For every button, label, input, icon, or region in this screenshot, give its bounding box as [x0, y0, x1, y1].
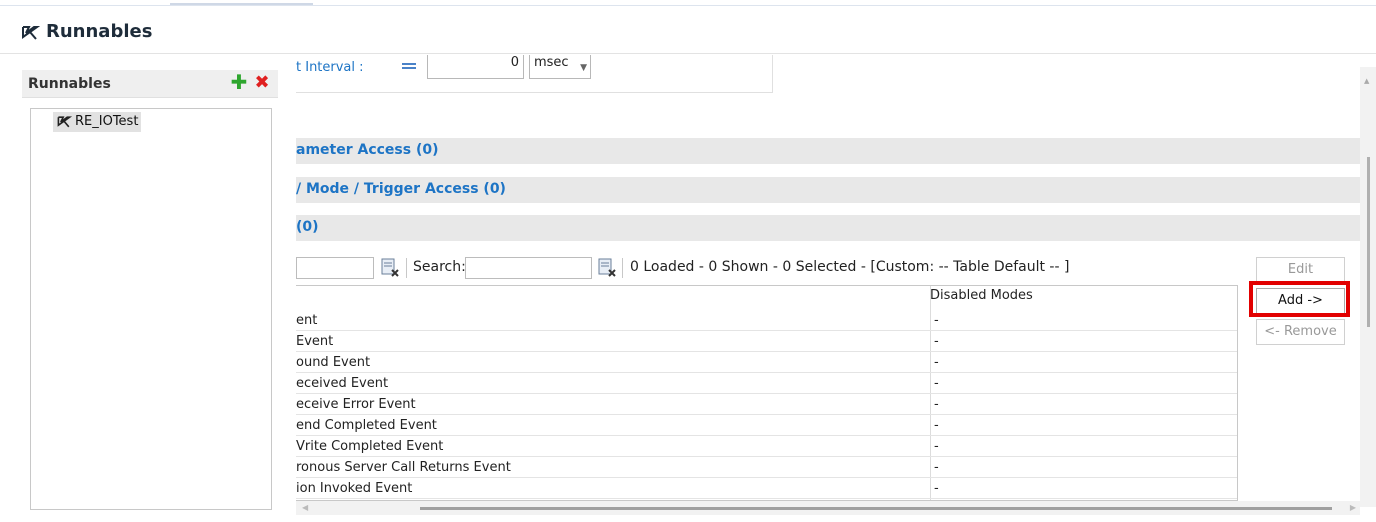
event-cell: Event: [296, 334, 334, 349]
section-mode-trigger-access[interactable]: / Mode / Trigger Access (0): [296, 177, 1360, 203]
table-row[interactable]: eceive Error Event -: [296, 394, 1237, 415]
runnable-icon: [57, 116, 73, 128]
runnables-panel: Runnables ✚ ✖ RE_IOTest: [22, 70, 278, 518]
modes-cell: -: [934, 439, 939, 454]
runnables-tree[interactable]: RE_IOTest: [30, 108, 272, 510]
interval-unit-select[interactable]: msec ▼: [529, 55, 591, 79]
list-icon: [402, 63, 416, 69]
table-row[interactable]: end Completed Event -: [296, 415, 1237, 436]
interval-label: t Interval :: [296, 60, 364, 75]
table-row[interactable]: ent -: [296, 310, 1237, 331]
interval-box: t Interval : 0 msec ▼: [296, 55, 773, 93]
delete-icon[interactable]: ✖: [253, 74, 271, 92]
section-events[interactable]: (0): [296, 215, 1360, 241]
event-cell: eceived Event: [296, 376, 389, 391]
search-label: Search:: [413, 259, 466, 275]
runnables-panel-header: Runnables ✚ ✖: [22, 70, 278, 98]
runnable-icon: [22, 26, 40, 40]
table-row[interactable]: ronous Server Call Returns Event -: [296, 457, 1237, 478]
section-title: (0): [296, 219, 319, 235]
toolbar-separator: [406, 258, 407, 278]
chevron-down-icon: ▼: [580, 63, 587, 73]
event-cell: ion Invoked Event: [296, 481, 413, 496]
scroll-left-icon[interactable]: ◀: [302, 503, 308, 512]
scroll-up-icon[interactable]: ▲: [1364, 77, 1369, 85]
column-header-disabled-modes[interactable]: Disabled Modes: [930, 288, 1033, 303]
horizontal-scroll-thumb[interactable]: [420, 507, 1332, 510]
interval-unit-value: msec: [534, 55, 569, 70]
section-title: ameter Access (0): [296, 142, 439, 158]
table-row[interactable]: Vrite Completed Event -: [296, 436, 1237, 457]
search-input[interactable]: [465, 257, 592, 279]
modes-cell: -: [934, 376, 939, 391]
modes-cell: -: [934, 481, 939, 496]
edit-button[interactable]: Edit: [1256, 257, 1345, 283]
section-title: / Mode / Trigger Access (0): [296, 181, 506, 197]
tree-item-label: RE_IOTest: [75, 114, 139, 129]
modes-cell: -: [934, 313, 939, 328]
table-toolbar: Search: 0 Loaded - 0 Shown - 0 Selected …: [296, 255, 1246, 281]
clear-filter-icon[interactable]: [380, 258, 400, 278]
clear-search-icon[interactable]: [597, 258, 617, 278]
main-content: t Interval : 0 msec ▼ ameter Access (0) …: [296, 55, 1376, 522]
editor-header: Runnables: [0, 6, 1376, 54]
event-cell: end Completed Event: [296, 418, 437, 433]
event-cell: eceive Error Event: [296, 397, 416, 412]
modes-cell: -: [934, 418, 939, 433]
section-parameter-access[interactable]: ameter Access (0): [296, 138, 1360, 164]
filter-input[interactable]: [296, 257, 374, 279]
table-row[interactable]: eceived Event -: [296, 373, 1237, 394]
table-row[interactable]: ound Event -: [296, 352, 1237, 373]
event-cell: ound Event: [296, 355, 371, 370]
scroll-right-icon[interactable]: ▶: [1350, 503, 1356, 512]
table-row[interactable]: Event -: [296, 331, 1237, 352]
table-row[interactable]: ion Invoked Event -: [296, 478, 1237, 499]
modes-cell: -: [934, 460, 939, 475]
modes-cell: -: [934, 397, 939, 412]
plus-icon[interactable]: ✚: [230, 72, 248, 92]
event-cell: Vrite Completed Event: [296, 439, 444, 454]
runnables-panel-title: Runnables: [28, 76, 111, 92]
modes-cell: -: [934, 355, 939, 370]
event-cell: ronous Server Call Returns Event: [296, 460, 511, 475]
toolbar-separator: [622, 258, 623, 278]
add-button-highlight: [1249, 281, 1350, 317]
events-table: Disabled Modes ent - Event - ound Event - e…: [296, 285, 1238, 501]
interval-input[interactable]: 0: [427, 55, 524, 79]
horizontal-scrollbar[interactable]: ◀ ▶: [296, 501, 1360, 515]
modes-cell: -: [934, 334, 939, 349]
page-title: Runnables: [46, 21, 153, 42]
remove-button[interactable]: <- Remove: [1256, 319, 1345, 345]
table-status: 0 Loaded - 0 Shown - 0 Selected - [Custo…: [630, 259, 1070, 275]
tree-item-re-iotest[interactable]: RE_IOTest: [53, 112, 142, 132]
vertical-scroll-thumb[interactable]: [1367, 157, 1370, 327]
event-cell: ent: [296, 313, 318, 328]
vertical-scrollbar[interactable]: ▲: [1360, 67, 1376, 507]
